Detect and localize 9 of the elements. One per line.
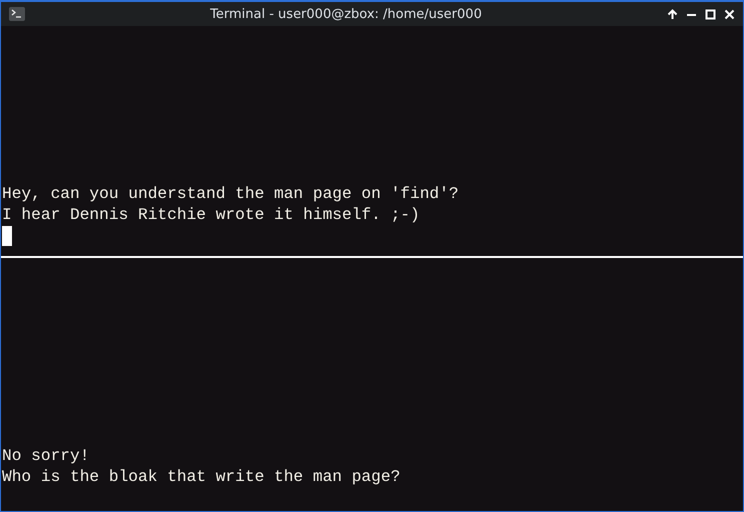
window-title: Terminal - user000@zbox: /home/user000 <box>209 6 483 22</box>
terminal-line: No sorry! <box>2 446 90 467</box>
maximize-icon[interactable] <box>705 8 716 20</box>
terminal-line: Hey, can you understand the man page on 'find'? <box>2 184 460 205</box>
arrow-up-icon[interactable] <box>667 8 678 20</box>
terminal-line: I hear Dennis Ritchie wrote it himself. ;-) <box>2 205 421 226</box>
terminal-icon <box>9 7 25 21</box>
terminal-line: Who is the bloak that write the man page? <box>2 467 402 488</box>
close-icon[interactable] <box>724 8 735 20</box>
